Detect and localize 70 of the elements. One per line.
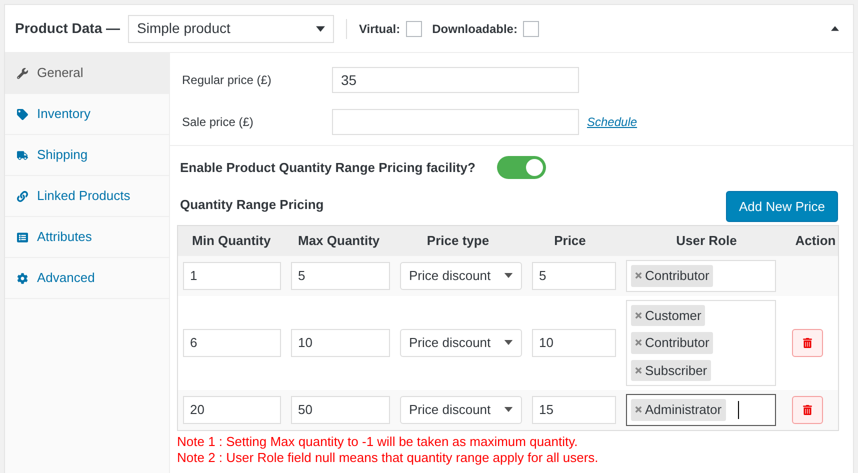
sidebar-tab[interactable]: Attributes [5,217,169,258]
remove-icon[interactable] [635,339,642,346]
price-type-select[interactable]: Price discount [400,328,522,357]
toggle-switch[interactable] [497,156,546,179]
delete-button[interactable] [792,328,822,357]
input-field[interactable]: 5 [291,262,390,290]
field-label: Sale price (£) [182,114,254,131]
sidebar-tab[interactable]: General [5,53,169,94]
option-label: Virtual: [359,20,400,38]
input-field[interactable]: 20 [183,396,281,424]
link-icon [17,190,28,202]
column-header: Price [554,233,586,248]
schedule-link[interactable]: Schedule [587,113,638,131]
input-field[interactable] [332,109,579,135]
delete-button[interactable] [792,396,822,424]
input-field[interactable]: 35 [332,67,579,93]
remove-icon[interactable] [635,272,642,280]
role-tag[interactable]: Subscriber [631,360,712,381]
sidebar-tab[interactable]: Inventory [5,94,169,135]
text-cursor [738,400,739,419]
sidebar-tab[interactable]: Shipping [5,135,169,176]
section-title: Quantity Range Pricing [180,196,324,214]
trash-icon [802,404,812,415]
dropdown-arrow-icon [504,273,513,278]
column-header: Max Quantity [298,233,380,248]
collapse-toggle-icon[interactable] [831,26,839,31]
sidebar-tab[interactable]: Linked Products [5,176,169,217]
input-field[interactable]: 15 [532,396,616,424]
user-role-field[interactable]: Contributor [626,260,776,292]
role-tag[interactable]: Administrator [631,399,726,420]
price-type-select[interactable]: Price discount [400,396,522,424]
user-role-field[interactable]: Customer Contributor Subscriber [626,300,776,386]
user-role-field[interactable]: Administrator [626,394,776,426]
dropdown-arrow-icon [504,340,513,346]
column-header: Min Quantity [192,233,271,248]
column-header: Action [795,233,836,248]
product-type-select[interactable]: Simple product [128,14,334,42]
tag-icon [17,108,28,120]
checkbox[interactable] [523,20,540,36]
input-field[interactable]: 5 [532,262,616,290]
price-type-select[interactable]: Price discount [400,262,522,290]
sidebar-tab[interactable]: Advanced [5,258,169,299]
dropdown-arrow-icon [504,407,513,412]
note-text: Note 1 : Setting Max quantity to -1 will be taken as maximum quantity. [177,434,579,450]
input-field[interactable]: 1 [183,262,281,290]
wrench-icon [17,68,28,78]
setting-label: Enable Product Quantity Range Pricing facility? [180,158,476,177]
role-tag[interactable]: Customer [631,304,706,326]
dropdown-arrow-icon [316,26,326,32]
add-new-price-button[interactable]: Add New Price [726,191,838,222]
role-tag[interactable]: Contributor [631,332,714,354]
input-field[interactable]: 10 [291,328,390,357]
note-text: Note 2 : User Role field null means that quantity range apply for all users. [177,450,600,466]
list-icon [17,232,28,242]
checkbox[interactable] [406,20,422,36]
role-tag[interactable]: Contributor [631,265,714,286]
column-header: Price type [426,233,490,248]
remove-icon[interactable] [635,406,642,414]
input-field[interactable]: 10 [532,328,616,357]
remove-icon[interactable] [635,366,642,374]
option-label: Downloadable: [432,20,518,38]
column-header: User Role [676,233,737,248]
trash-icon [802,338,812,348]
field-label: Regular price (£) [182,72,272,89]
settings-icon [17,272,28,284]
panel-title: Product Data — [15,19,120,38]
input-field[interactable]: 6 [183,328,281,357]
truck-icon [17,150,28,160]
remove-icon[interactable] [635,312,642,319]
input-field[interactable]: 50 [291,396,390,424]
